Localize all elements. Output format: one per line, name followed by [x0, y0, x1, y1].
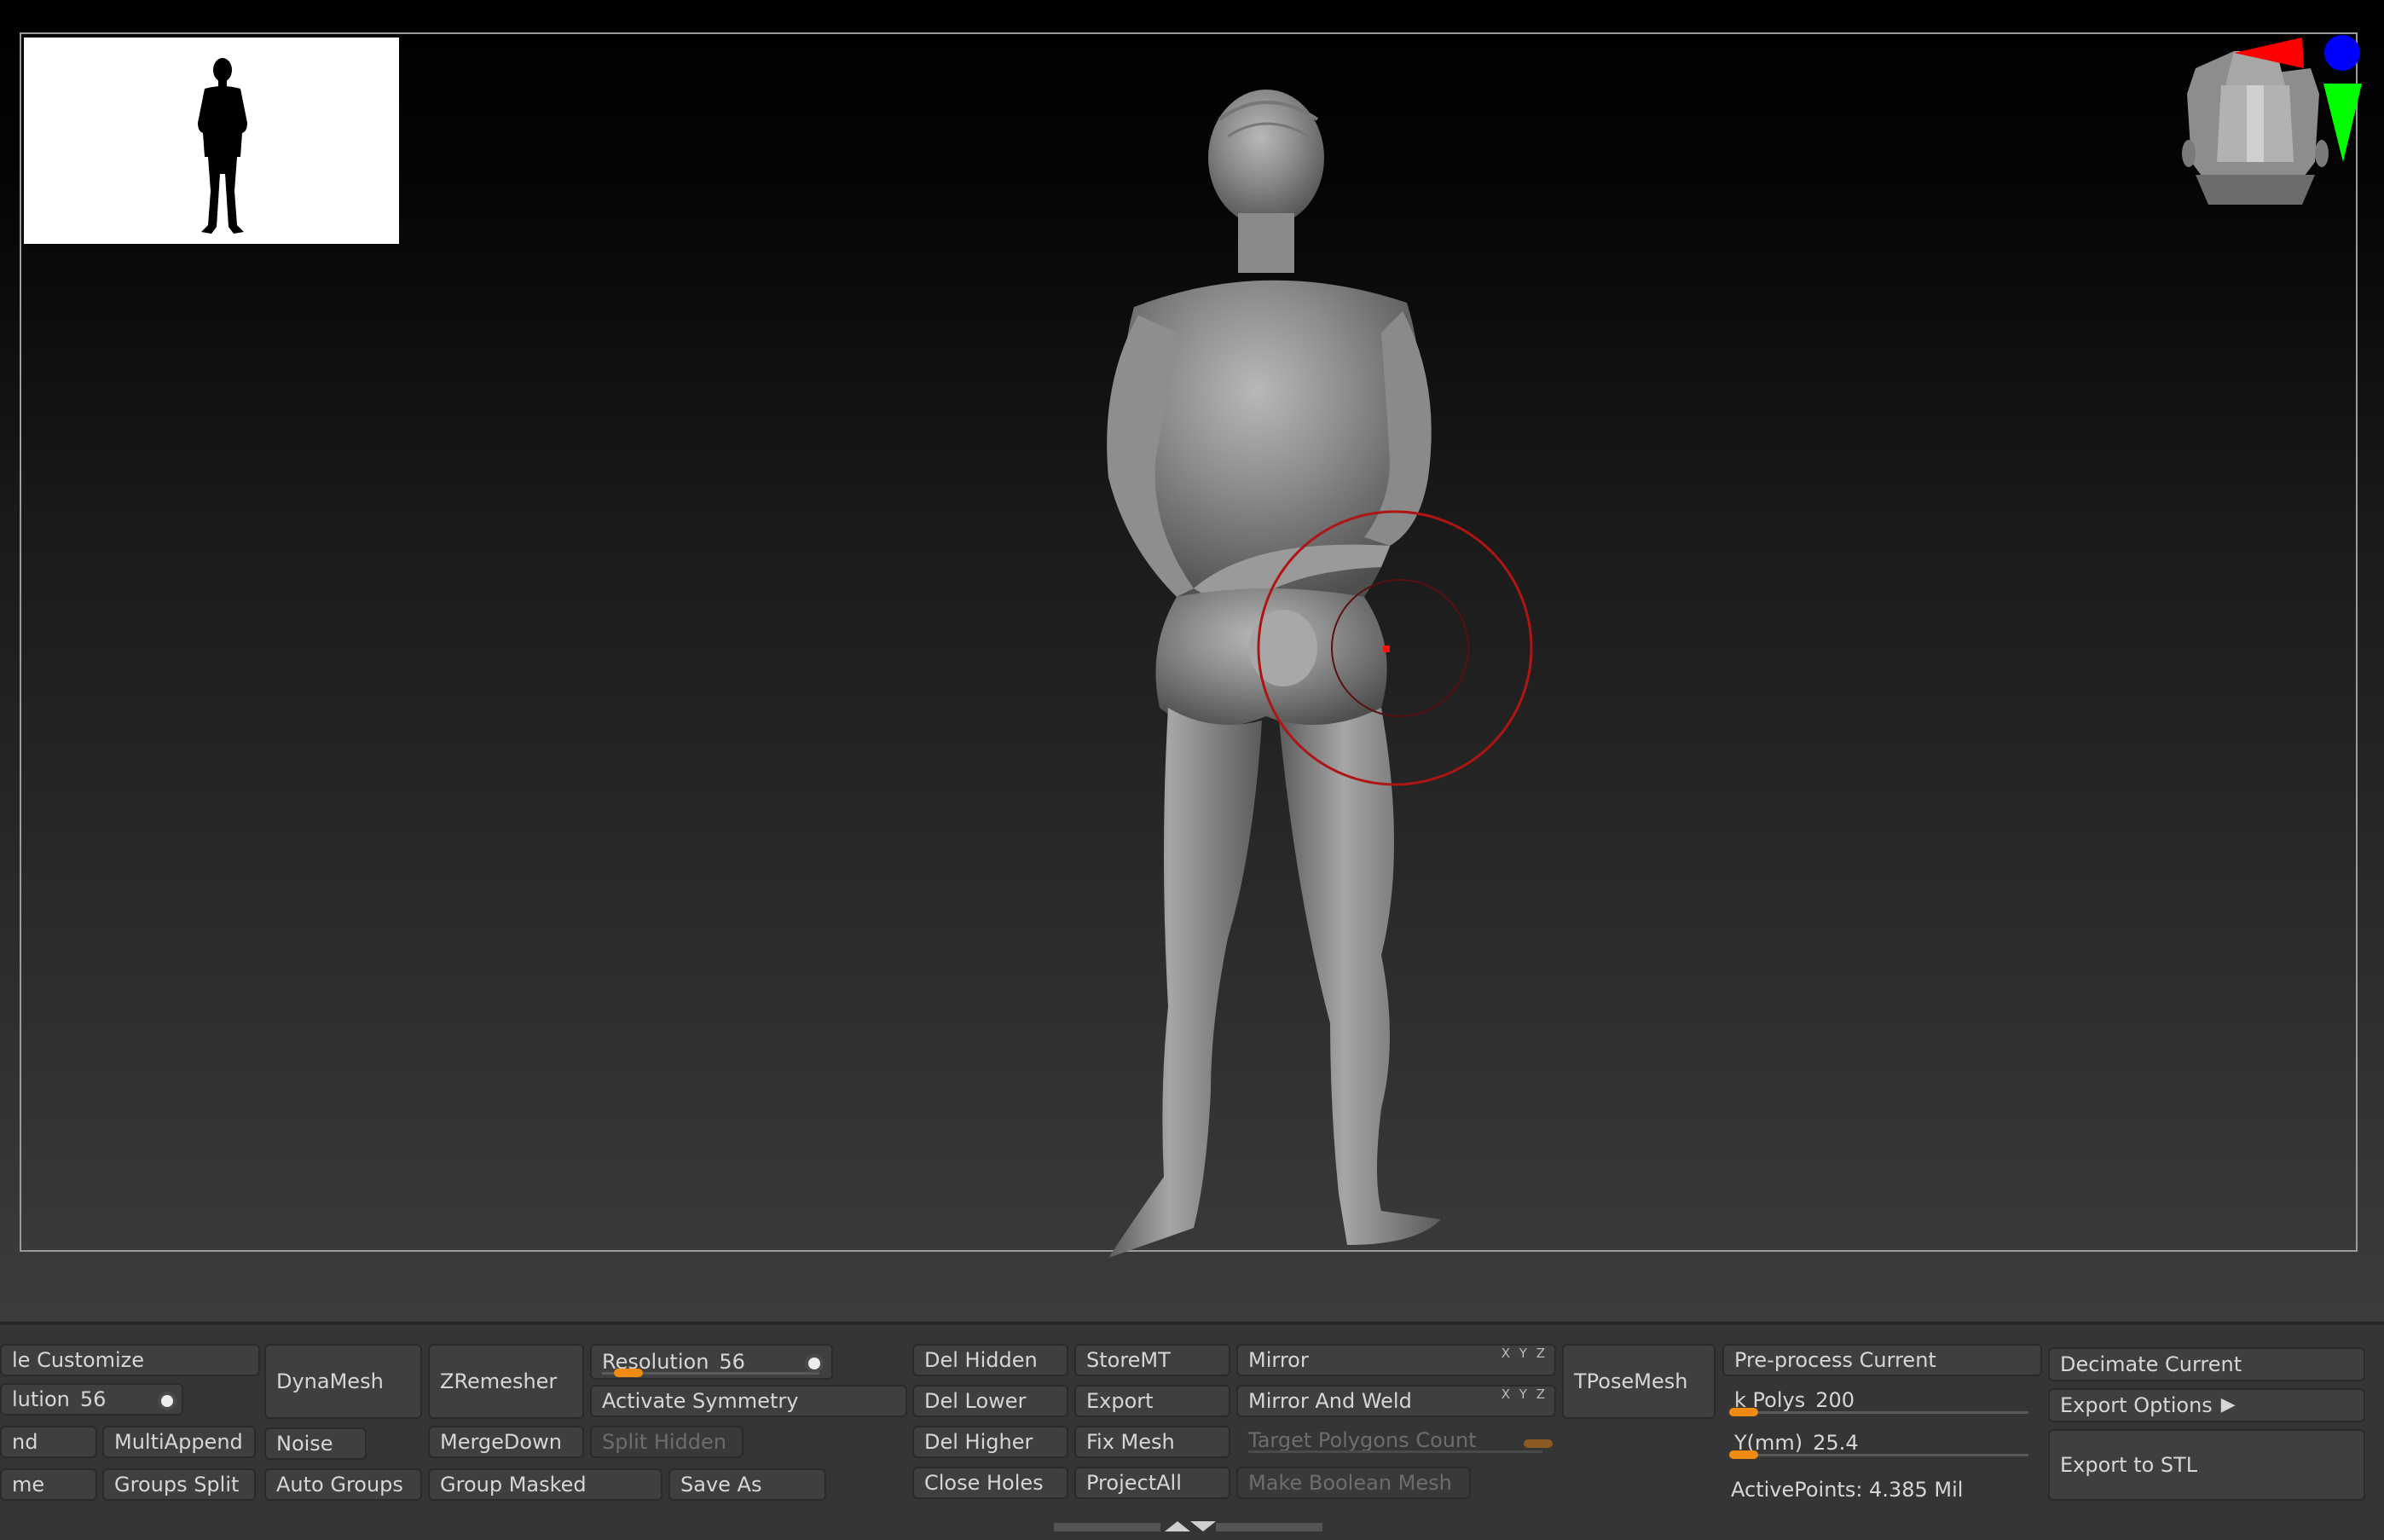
export-button[interactable]: Export: [1074, 1385, 1230, 1417]
rename-button[interactable]: me: [0, 1468, 97, 1501]
append-label: nd: [12, 1430, 38, 1454]
slider-dot-icon[interactable]: [808, 1358, 820, 1369]
ymm-knob[interactable]: [1729, 1450, 1758, 1459]
mergedown-button[interactable]: MergeDown: [428, 1426, 584, 1458]
auto-groups-button[interactable]: Auto Groups: [264, 1468, 422, 1501]
target-polygons-knob[interactable]: [1524, 1439, 1553, 1448]
export-label: Export: [1086, 1389, 1154, 1413]
preprocess-current-button[interactable]: Pre-process Current: [1722, 1344, 2042, 1376]
split-hidden-button[interactable]: Split Hidden: [590, 1426, 744, 1458]
decimate-current-label: Decimate Current: [2060, 1352, 2242, 1376]
resolution-left-label: lution: [12, 1387, 70, 1411]
projectall-button[interactable]: ProjectAll: [1074, 1467, 1230, 1499]
groups-split-label: Groups Split: [114, 1473, 240, 1497]
triangle-right-icon: ▶: [2220, 1394, 2236, 1416]
export-to-stl-label: Export to STL: [2060, 1453, 2198, 1477]
ymm-slider[interactable]: Y(mm) 25.4: [1722, 1424, 2042, 1462]
export-to-stl-button[interactable]: Export to STL: [2048, 1429, 2365, 1501]
shelf-scroll-handle[interactable]: [1054, 1520, 1327, 1533]
k-polys-knob[interactable]: [1729, 1408, 1758, 1416]
save-as-label: Save As: [680, 1473, 762, 1497]
export-options-button[interactable]: Export Options ▶: [2048, 1388, 2365, 1422]
model-body[interactable]: [1107, 90, 1441, 1258]
projectall-label: ProjectAll: [1086, 1471, 1182, 1495]
append-button[interactable]: nd: [0, 1426, 97, 1458]
dynamesh-label: DynaMesh: [276, 1369, 384, 1393]
make-boolean-mesh-button[interactable]: Make Boolean Mesh: [1236, 1467, 1471, 1499]
slider-dot-icon[interactable]: [161, 1395, 173, 1407]
del-lower-button[interactable]: Del Lower: [912, 1385, 1068, 1417]
resolution-value: 56: [719, 1350, 745, 1374]
del-hidden-button[interactable]: Del Hidden: [912, 1344, 1068, 1376]
dynamesh-button[interactable]: DynaMesh: [264, 1344, 422, 1419]
export-options-label: Export Options: [2060, 1393, 2213, 1417]
sculpt-model[interactable]: [0, 0, 2384, 1322]
split-hidden-label: Split Hidden: [602, 1430, 727, 1454]
mergedown-label: MergeDown: [440, 1430, 562, 1454]
multiappend-button[interactable]: MultiAppend: [102, 1426, 256, 1458]
preprocess-current-label: Pre-process Current: [1734, 1348, 1936, 1372]
mirror-and-weld-button[interactable]: Mirror And Weld X Y Z: [1236, 1385, 1556, 1417]
3d-viewport[interactable]: [0, 0, 2384, 1322]
save-as-button[interactable]: Save As: [668, 1468, 826, 1501]
del-hidden-label: Del Hidden: [924, 1348, 1038, 1372]
fix-mesh-label: Fix Mesh: [1086, 1430, 1175, 1454]
group-masked-button[interactable]: Group Masked: [428, 1468, 663, 1501]
axis-xyz-toggle[interactable]: X Y Z: [1502, 1388, 1548, 1401]
active-points-readout: ActivePoints: 4.385 Mil: [1731, 1478, 1964, 1502]
tposemesh-label: TPoseMesh: [1574, 1369, 1688, 1393]
z-axis-icon[interactable]: [2324, 35, 2360, 71]
make-boolean-mesh-label: Make Boolean Mesh: [1248, 1471, 1452, 1495]
zremesher-button[interactable]: ZRemesher: [428, 1344, 584, 1419]
customize-label: le Customize: [12, 1348, 145, 1372]
mirror-and-weld-label: Mirror And Weld: [1248, 1389, 1412, 1413]
k-polys-track: [1734, 1411, 2028, 1414]
resolution-slider-left[interactable]: lution 56: [0, 1383, 183, 1416]
storemt-button[interactable]: StoreMT: [1074, 1344, 1230, 1376]
activate-symmetry-label: Activate Symmetry: [602, 1389, 799, 1413]
target-polygons-count-label: Target Polygons Count: [1248, 1428, 1477, 1452]
del-higher-label: Del Higher: [924, 1430, 1033, 1454]
del-higher-button[interactable]: Del Higher: [912, 1426, 1068, 1458]
resolution-left-value: 56: [79, 1387, 107, 1411]
customize-button[interactable]: le Customize: [0, 1344, 260, 1376]
groups-split-button[interactable]: Groups Split: [102, 1468, 256, 1501]
storemt-label: StoreMT: [1086, 1348, 1171, 1372]
k-polys-slider[interactable]: k Polys 200: [1722, 1381, 2042, 1419]
ymm-value: 25.4: [1813, 1431, 1859, 1455]
del-lower-label: Del Lower: [924, 1389, 1027, 1413]
group-masked-label: Group Masked: [440, 1473, 587, 1497]
fix-mesh-button[interactable]: Fix Mesh: [1074, 1426, 1230, 1458]
noise-label: Noise: [276, 1432, 333, 1456]
arrow-down-icon: [1190, 1521, 1216, 1531]
resolution-slider-knob[interactable]: [614, 1369, 643, 1377]
resolution-slider[interactable]: Resolution 56: [590, 1344, 833, 1380]
axis-xyz-toggle[interactable]: X Y Z: [1502, 1347, 1548, 1360]
target-polygons-track: [1248, 1450, 1542, 1453]
multiappend-label: MultiAppend: [114, 1430, 243, 1454]
mirror-label: Mirror: [1248, 1348, 1309, 1372]
close-holes-button[interactable]: Close Holes: [912, 1467, 1068, 1499]
tposemesh-button[interactable]: TPoseMesh: [1562, 1344, 1716, 1419]
auto-groups-label: Auto Groups: [276, 1473, 403, 1497]
decimate-current-button[interactable]: Decimate Current: [2048, 1347, 2365, 1381]
arrow-up-icon: [1165, 1521, 1190, 1531]
mirror-button[interactable]: Mirror X Y Z: [1236, 1344, 1556, 1376]
k-polys-value: 200: [1815, 1388, 1855, 1412]
head-navigation-cube-icon[interactable]: [2132, 34, 2370, 316]
target-polygons-count-slider[interactable]: Target Polygons Count: [1236, 1422, 1556, 1458]
y-axis-icon[interactable]: [2323, 84, 2362, 162]
zremesher-label: ZRemesher: [440, 1369, 558, 1393]
close-holes-label: Close Holes: [924, 1471, 1044, 1495]
ymm-track: [1734, 1454, 2028, 1456]
noise-button[interactable]: Noise: [264, 1427, 367, 1460]
activate-symmetry-button[interactable]: Activate Symmetry: [590, 1385, 907, 1417]
rename-label: me: [12, 1473, 45, 1497]
